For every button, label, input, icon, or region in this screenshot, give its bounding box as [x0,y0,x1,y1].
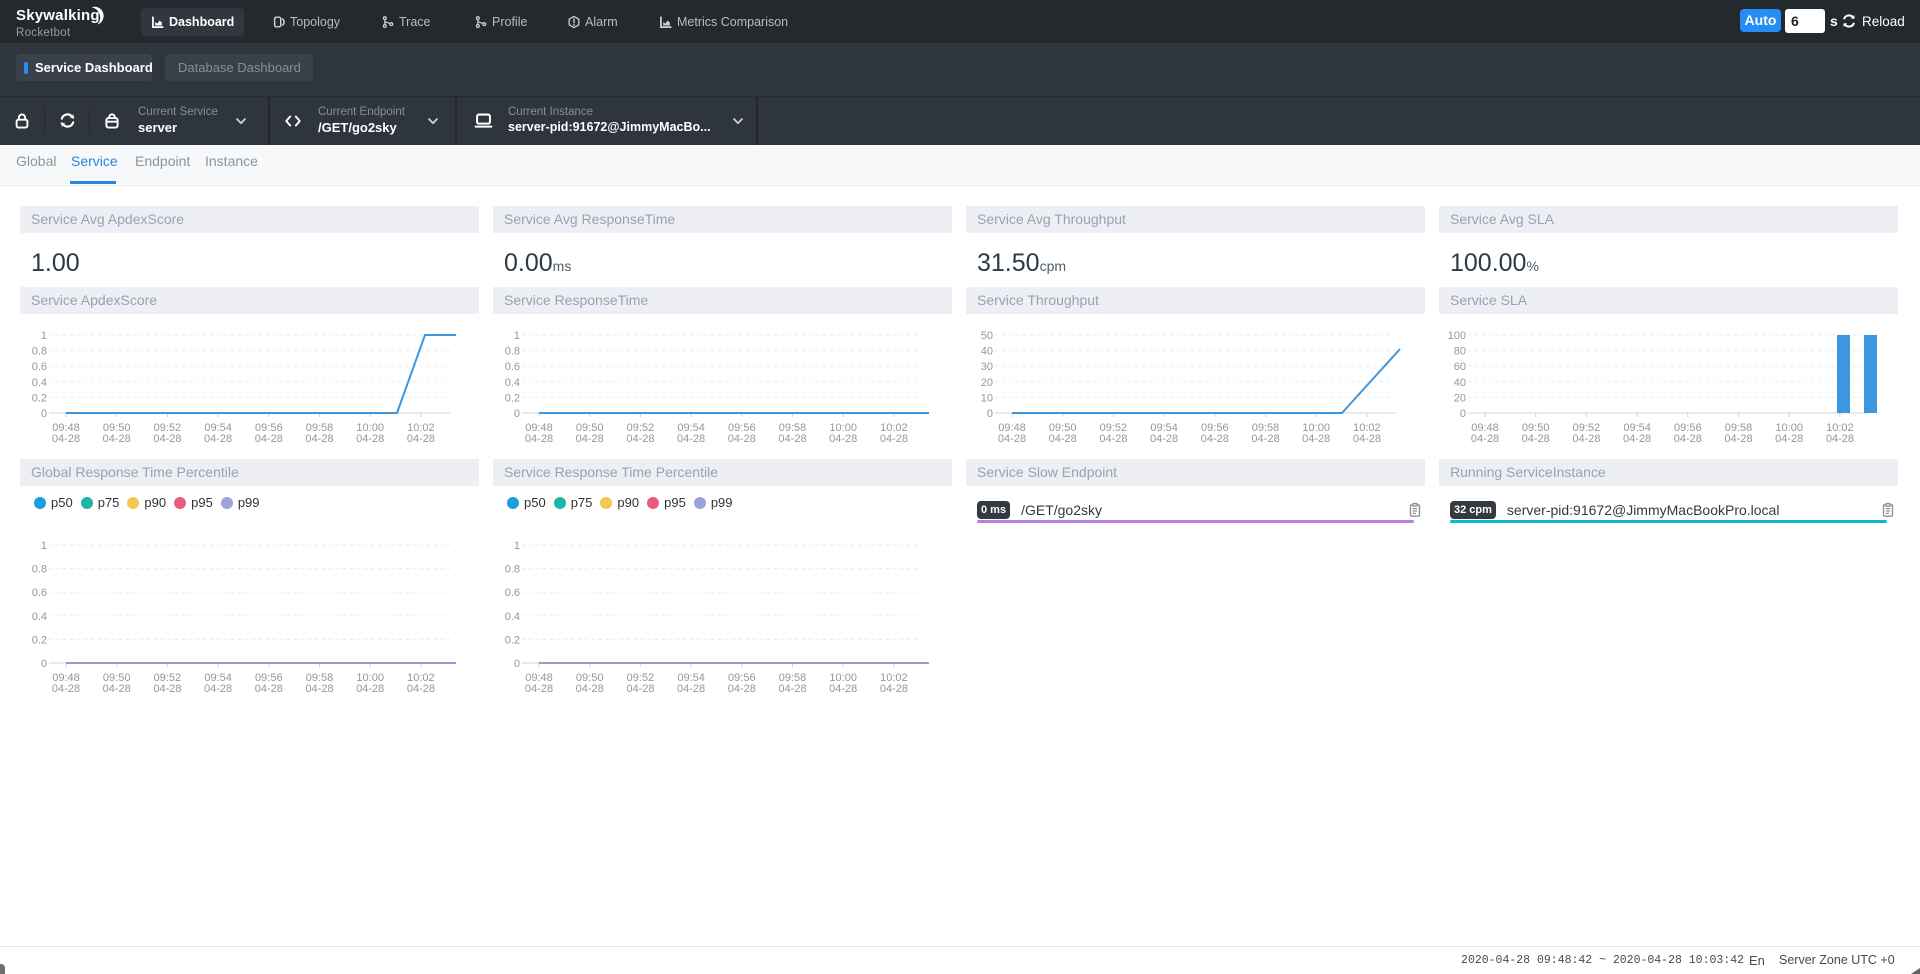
svg-text:04-28: 04-28 [1674,433,1702,445]
svg-text:04-28: 04-28 [204,433,232,445]
svg-text:04-28: 04-28 [1572,433,1600,445]
svg-text:04-28: 04-28 [728,433,756,445]
svg-text:20: 20 [981,377,993,389]
svg-text:04-28: 04-28 [153,683,181,695]
svg-text:40: 40 [981,346,993,358]
svg-text:04-28: 04-28 [1099,433,1127,445]
svg-text:04-28: 04-28 [204,683,232,695]
svg-text:04-28: 04-28 [1775,433,1803,445]
svg-text:04-28: 04-28 [407,683,435,695]
svg-text:04-28: 04-28 [829,433,857,445]
svg-text:04-28: 04-28 [407,433,435,445]
svg-text:04-28: 04-28 [1251,433,1279,445]
svg-text:1: 1 [41,540,47,552]
svg-text:100: 100 [1448,330,1466,342]
svg-text:04-28: 04-28 [829,683,857,695]
svg-text:04-28: 04-28 [103,433,131,445]
svg-text:20: 20 [1454,392,1466,404]
svg-text:04-28: 04-28 [728,683,756,695]
svg-text:0.4: 0.4 [505,377,520,389]
svg-text:0: 0 [41,408,47,420]
svg-text:04-28: 04-28 [525,683,553,695]
svg-text:04-28: 04-28 [998,433,1026,445]
svg-text:04-28: 04-28 [1201,433,1229,445]
svg-text:80: 80 [1454,346,1466,358]
svg-text:04-28: 04-28 [1150,433,1178,445]
svg-text:0.6: 0.6 [32,587,47,599]
svg-text:0.4: 0.4 [505,611,520,623]
svg-text:0: 0 [41,658,47,670]
svg-text:04-28: 04-28 [677,683,705,695]
svg-text:04-28: 04-28 [626,683,654,695]
svg-text:1: 1 [514,540,520,552]
svg-text:0.6: 0.6 [32,361,47,373]
svg-text:04-28: 04-28 [305,683,333,695]
svg-text:04-28: 04-28 [255,683,283,695]
svg-text:04-28: 04-28 [1522,433,1550,445]
svg-text:04-28: 04-28 [153,433,181,445]
svg-text:0.8: 0.8 [32,564,47,576]
svg-text:04-28: 04-28 [103,683,131,695]
svg-text:0.6: 0.6 [505,587,520,599]
svg-text:04-28: 04-28 [255,433,283,445]
svg-text:0.4: 0.4 [32,611,47,623]
svg-text:04-28: 04-28 [677,433,705,445]
svg-text:0.8: 0.8 [505,346,520,358]
svg-text:0.4: 0.4 [32,377,47,389]
svg-text:40: 40 [1454,377,1466,389]
svg-text:0.2: 0.2 [32,392,47,404]
svg-text:50: 50 [981,330,993,342]
svg-text:04-28: 04-28 [1353,433,1381,445]
svg-text:0.6: 0.6 [505,361,520,373]
svg-text:04-28: 04-28 [1623,433,1651,445]
svg-text:04-28: 04-28 [1049,433,1077,445]
svg-text:04-28: 04-28 [1471,433,1499,445]
svg-text:04-28: 04-28 [576,683,604,695]
svg-text:04-28: 04-28 [52,433,80,445]
svg-text:04-28: 04-28 [305,433,333,445]
svg-text:0.8: 0.8 [505,564,520,576]
svg-text:1: 1 [41,330,47,342]
svg-text:04-28: 04-28 [778,683,806,695]
svg-text:04-28: 04-28 [52,683,80,695]
svg-text:04-28: 04-28 [525,433,553,445]
svg-text:04-28: 04-28 [880,433,908,445]
svg-text:04-28: 04-28 [356,433,384,445]
svg-text:0.2: 0.2 [32,634,47,646]
svg-text:04-28: 04-28 [1302,433,1330,445]
svg-text:04-28: 04-28 [1826,433,1854,445]
svg-text:0: 0 [514,408,520,420]
svg-text:0.8: 0.8 [32,346,47,358]
svg-text:0.2: 0.2 [505,392,520,404]
svg-text:04-28: 04-28 [880,683,908,695]
svg-text:04-28: 04-28 [356,683,384,695]
svg-text:04-28: 04-28 [576,433,604,445]
svg-text:1: 1 [514,330,520,342]
svg-text:04-28: 04-28 [1724,433,1752,445]
svg-text:0: 0 [514,658,520,670]
svg-text:0.2: 0.2 [505,634,520,646]
svg-text:04-28: 04-28 [778,433,806,445]
svg-text:0: 0 [1460,408,1466,420]
svg-text:60: 60 [1454,361,1466,373]
svg-text:10: 10 [981,392,993,404]
svg-text:04-28: 04-28 [626,433,654,445]
svg-text:0: 0 [987,408,993,420]
svg-text:30: 30 [981,361,993,373]
